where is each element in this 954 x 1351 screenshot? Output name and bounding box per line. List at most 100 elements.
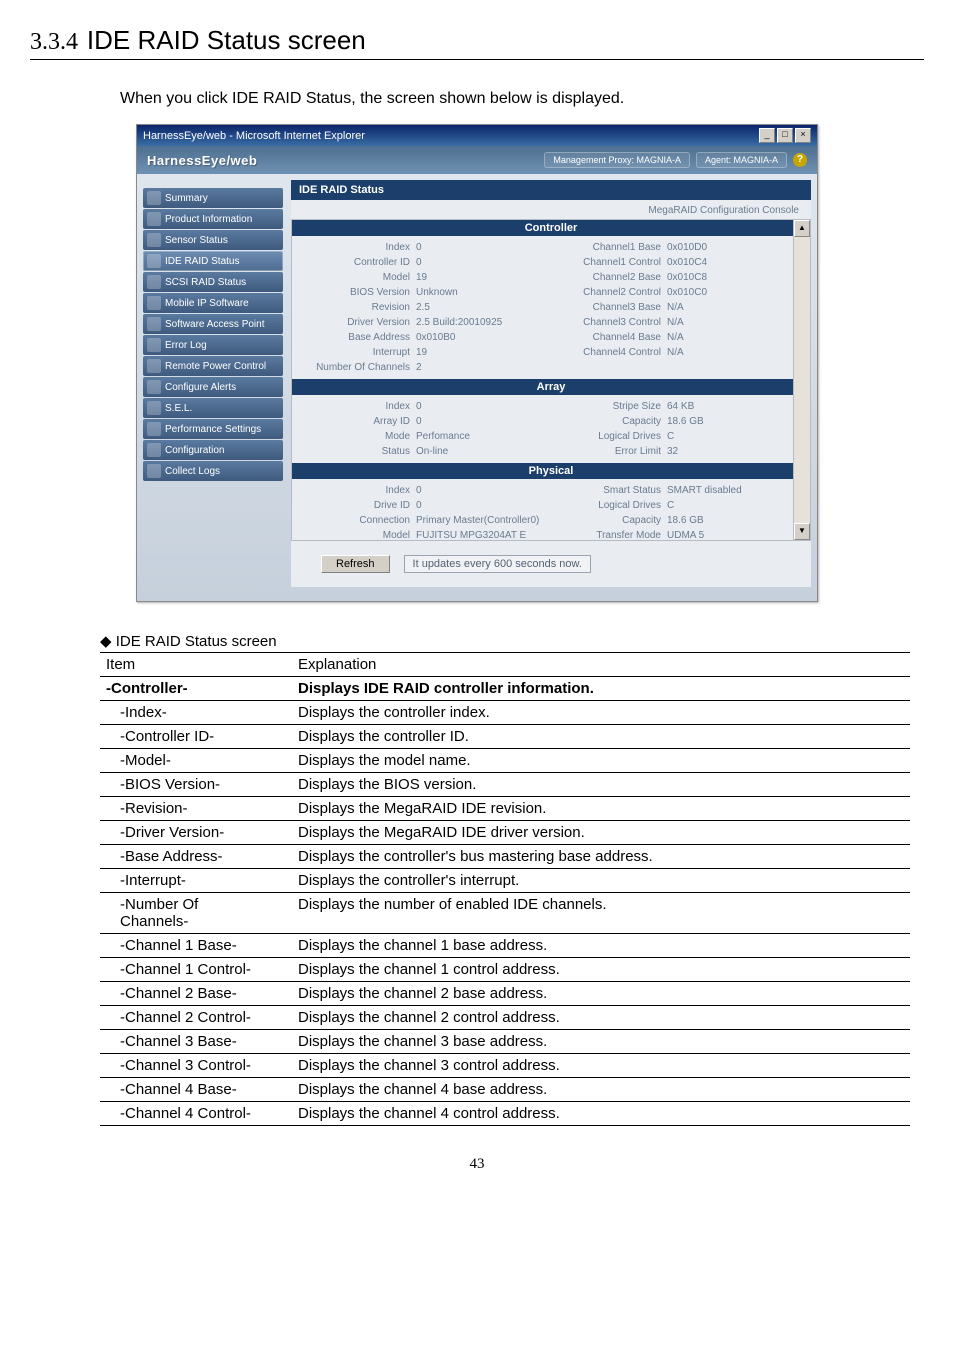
- kv-row: StatusOn-line: [300, 444, 551, 459]
- help-icon[interactable]: ?: [793, 153, 807, 167]
- kv-key: Channel4 Control: [551, 345, 667, 360]
- sidebar-item-label: Mobile IP Software: [165, 298, 249, 309]
- vertical-scrollbar[interactable]: ▲ ▼: [793, 220, 810, 540]
- kv-value: 18.6 GB: [667, 414, 802, 429]
- kv-row: ModelFUJITSU MPG3204AT E: [300, 528, 551, 541]
- table-row: -Base Address-Displays the controller's …: [100, 845, 910, 869]
- kv-key: Capacity: [551, 414, 667, 429]
- refresh-note: It updates every 600 seconds now.: [404, 555, 591, 573]
- sidebar-item-label: Sensor Status: [165, 235, 228, 246]
- refresh-button[interactable]: Refresh: [321, 555, 390, 573]
- kv-row: Smart StatusSMART disabled: [551, 483, 802, 498]
- sidebar-item-label: Software Access Point: [165, 319, 265, 330]
- sidebar-item[interactable]: Configuration: [143, 440, 283, 460]
- table-row: -Channel 1 Control-Displays the channel …: [100, 958, 910, 982]
- sidebar-item[interactable]: Sensor Status: [143, 230, 283, 250]
- nav-icon: [147, 443, 161, 457]
- nav-icon: [147, 338, 161, 352]
- kv-row: Channel3 ControlN/A: [551, 315, 802, 330]
- table-row: -Model-Displays the model name.: [100, 749, 910, 773]
- sidebar-item[interactable]: S.E.L.: [143, 398, 283, 418]
- kv-row: Logical DrivesC: [551, 429, 802, 444]
- window-titlebar: HarnessEye/web - Microsoft Internet Expl…: [137, 125, 817, 146]
- explanation-cell: Displays IDE RAID controller information…: [292, 677, 910, 701]
- kv-key: Revision: [300, 300, 416, 315]
- kv-row: Channel2 Control0x010C0: [551, 285, 802, 300]
- kv-row: Capacity18.6 GB: [551, 513, 802, 528]
- explanation-cell: Displays the channel 1 base address.: [292, 934, 910, 958]
- sidebar-item[interactable]: Remote Power Control: [143, 356, 283, 376]
- close-button[interactable]: ×: [795, 128, 811, 143]
- sidebar-item[interactable]: Product Information: [143, 209, 283, 229]
- kv-value: 18.6 GB: [667, 513, 802, 528]
- kv-key: Capacity: [551, 513, 667, 528]
- app-header: HarnessEye/web Management Proxy: MAGNIA-…: [137, 146, 817, 174]
- item-cell: -Channel 4 Base-: [100, 1078, 292, 1102]
- app-logo: HarnessEye/web: [147, 153, 257, 168]
- item-cell: -Interrupt-: [100, 869, 292, 893]
- item-cell: -Channel 2 Base-: [100, 982, 292, 1006]
- item-cell: -Channel 2 Control-: [100, 1006, 292, 1030]
- table-header-item: Item: [100, 653, 292, 677]
- main-panel: IDE RAID Status MegaRAID Configuration C…: [289, 174, 817, 601]
- config-console-label: MegaRAID Configuration Console: [291, 200, 811, 219]
- kv-key: Interrupt: [300, 345, 416, 360]
- item-cell: -Channel 3 Control-: [100, 1054, 292, 1078]
- item-cell: -Channel 1 Base-: [100, 934, 292, 958]
- sidebar-item[interactable]: Software Access Point: [143, 314, 283, 334]
- kv-key: Smart Status: [551, 483, 667, 498]
- kv-key: Drive ID: [300, 498, 416, 513]
- sidebar-item[interactable]: IDE RAID Status: [143, 251, 283, 271]
- nav-icon: [147, 359, 161, 373]
- kv-key: Model: [300, 270, 416, 285]
- sidebar-item[interactable]: Mobile IP Software: [143, 293, 283, 313]
- kv-row: Error Limit32: [551, 444, 802, 459]
- kv-value: 0: [416, 483, 551, 498]
- nav-icon: [147, 275, 161, 289]
- table-row: -Revision-Displays the MegaRAID IDE revi…: [100, 797, 910, 821]
- kv-value: 0x010C8: [667, 270, 802, 285]
- kv-value: N/A: [667, 345, 802, 360]
- table-row: -Controller ID-Displays the controller I…: [100, 725, 910, 749]
- kv-value: C: [667, 429, 802, 444]
- kv-value: 0: [416, 498, 551, 513]
- sidebar-item[interactable]: Configure Alerts: [143, 377, 283, 397]
- explanation-table: Item Explanation -Controller-Displays ID…: [100, 652, 910, 1126]
- controller-section-header: Controller: [292, 220, 810, 236]
- intro-text: When you click IDE RAID Status, the scre…: [120, 90, 924, 108]
- sidebar-item-label: Summary: [165, 193, 208, 204]
- kv-row: ModePerfomance: [300, 429, 551, 444]
- kv-value: 0: [416, 399, 551, 414]
- item-cell: -Channel 1 Control-: [100, 958, 292, 982]
- section-heading: 3.3.4 IDE RAID Status screen: [30, 20, 924, 60]
- sidebar-item[interactable]: Summary: [143, 188, 283, 208]
- explanation-cell: Displays the controller's bus mastering …: [292, 845, 910, 869]
- sidebar-item-label: S.E.L.: [165, 403, 192, 414]
- kv-row: Index0: [300, 399, 551, 414]
- sidebar-item[interactable]: Collect Logs: [143, 461, 283, 481]
- scroll-area: Controller Index0Controller ID0Model19BI…: [291, 219, 811, 541]
- table-row: -Controller-Displays IDE RAID controller…: [100, 677, 910, 701]
- kv-key: Transfer Mode: [551, 528, 667, 541]
- scroll-up-icon[interactable]: ▲: [794, 220, 810, 237]
- table-row: -Driver Version-Displays the MegaRAID ID…: [100, 821, 910, 845]
- kv-value: 0: [416, 414, 551, 429]
- item-cell: -Channel 3 Base-: [100, 1030, 292, 1054]
- kv-row: Revision2.5: [300, 300, 551, 315]
- sidebar-item[interactable]: SCSI RAID Status: [143, 272, 283, 292]
- minimize-button[interactable]: _: [759, 128, 775, 143]
- sidebar-item[interactable]: Performance Settings: [143, 419, 283, 439]
- item-cell: -Number Of Channels-: [100, 893, 292, 934]
- kv-key: Channel2 Base: [551, 270, 667, 285]
- table-row: -BIOS Version-Displays the BIOS version.: [100, 773, 910, 797]
- nav-icon: [147, 296, 161, 310]
- kv-value: UDMA 5: [667, 528, 802, 541]
- explanation-cell: Displays the MegaRAID IDE revision.: [292, 797, 910, 821]
- kv-value: 19: [416, 270, 551, 285]
- sidebar-item[interactable]: Error Log: [143, 335, 283, 355]
- maximize-button[interactable]: □: [777, 128, 793, 143]
- sidebar-item-label: Configure Alerts: [165, 382, 236, 393]
- scroll-down-icon[interactable]: ▼: [794, 523, 810, 540]
- nav-icon: [147, 380, 161, 394]
- physical-section-header: Physical: [292, 463, 810, 479]
